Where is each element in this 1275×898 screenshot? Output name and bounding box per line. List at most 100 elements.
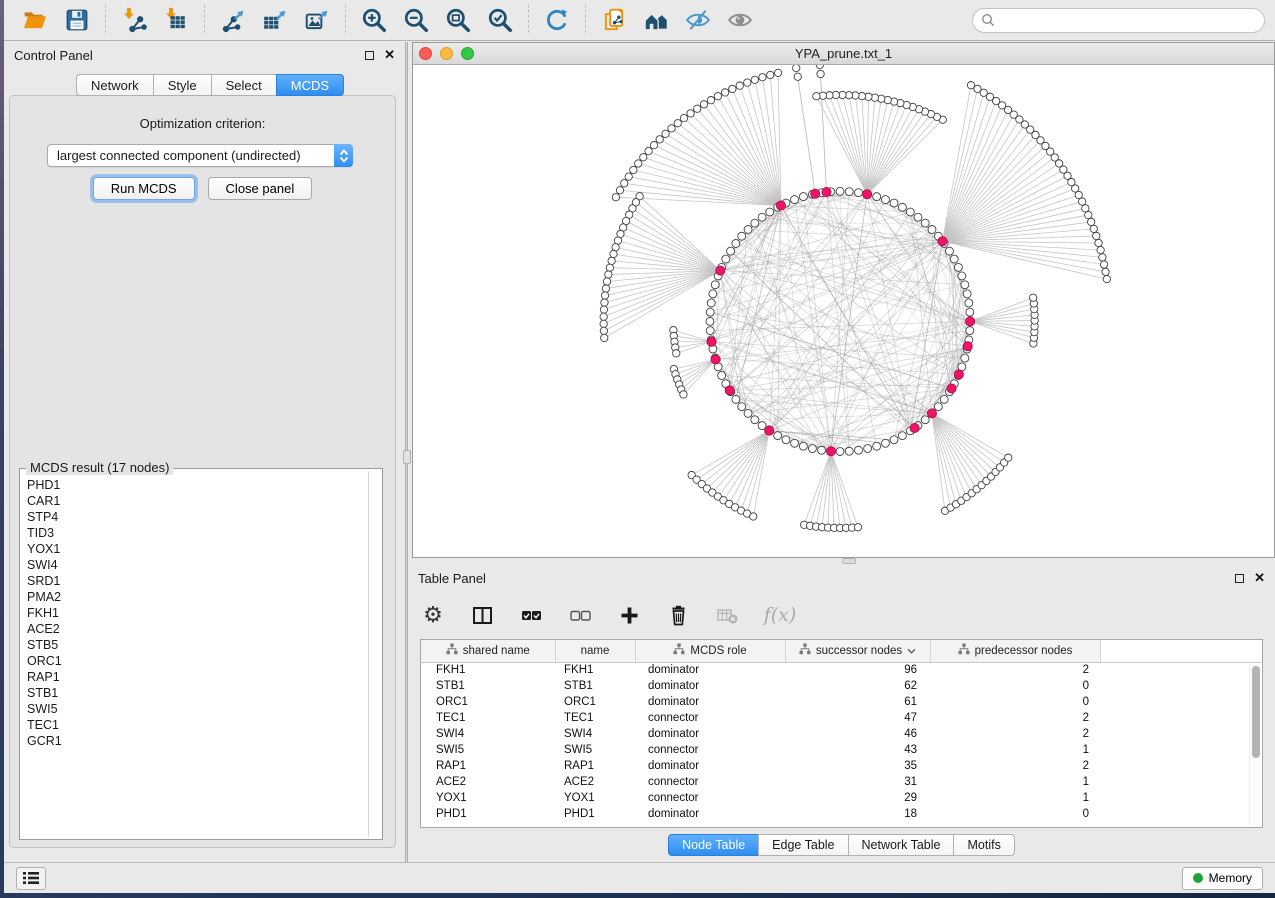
control-panel: Control Panel ✕ NetworkStyleSelectMCDS O…: [4, 42, 405, 862]
filler-header: [1100, 640, 1262, 662]
status-bar: Memory: [4, 862, 1275, 893]
hide-selected-icon[interactable]: [683, 5, 713, 35]
float-panel-icon[interactable]: [365, 51, 374, 60]
mcds-result-group: MCDS result (17 nodes) PHD1CAR1STP4TID3Y…: [19, 468, 383, 840]
list-item[interactable]: STB5: [27, 637, 366, 653]
import-network-icon[interactable]: [119, 5, 149, 35]
network-canvas[interactable]: [413, 65, 1274, 557]
float-panel-icon[interactable]: [1235, 574, 1244, 583]
search-input[interactable]: [1000, 10, 1256, 30]
zoom-out-icon[interactable]: [401, 5, 431, 35]
selected-option-text: largest connected component (undirected): [57, 148, 335, 163]
list-item[interactable]: FKH1: [27, 605, 366, 621]
column-header-shared-name[interactable]: shared name: [421, 640, 555, 662]
table-row[interactable]: ACE2ACE2connector311: [421, 774, 1262, 790]
tab-edge-table[interactable]: Edge Table: [758, 834, 847, 856]
export-table-icon[interactable]: [260, 5, 290, 35]
table-row[interactable]: SWI5SWI5connector431: [421, 742, 1262, 758]
table-row[interactable]: RAP1RAP1dominator352: [421, 758, 1262, 774]
tab-motifs[interactable]: Motifs: [953, 834, 1014, 856]
export-network-icon[interactable]: [218, 5, 248, 35]
table-row[interactable]: TEC1TEC1connector472: [421, 710, 1262, 726]
table-panel-titlebar: Table Panel ✕: [408, 565, 1275, 589]
column-settings-icon[interactable]: ⚙: [420, 602, 446, 628]
export-image-icon[interactable]: [302, 5, 332, 35]
zoom-selected-icon[interactable]: [485, 5, 515, 35]
list-item[interactable]: RAP1: [27, 669, 366, 685]
network-graph[interactable]: [413, 65, 1274, 557]
node-table: shared namenameMCDS rolesuccessor nodesp…: [421, 640, 1262, 822]
search-box[interactable]: [972, 8, 1265, 33]
tab-mcds[interactable]: MCDS: [276, 74, 344, 96]
column-header-MCDS-role[interactable]: MCDS role: [635, 640, 785, 662]
control-panel-title: Control Panel: [14, 48, 93, 63]
cytoscape-app-window: Control Panel ✕ NetworkStyleSelectMCDS O…: [4, 0, 1275, 893]
maximize-window-button[interactable]: [461, 47, 474, 60]
apply-layout-icon[interactable]: [542, 5, 572, 35]
list-item[interactable]: SRD1: [27, 573, 366, 589]
select-all-checks-icon[interactable]: [518, 602, 544, 628]
tree-icon: [958, 643, 970, 658]
optimization-criterion-select[interactable]: largest connected component (undirected): [47, 144, 353, 167]
show-all-icon[interactable]: [725, 5, 755, 35]
network-window-titlebar[interactable]: YPA_prune.txt_1: [413, 43, 1274, 65]
close-panel-icon[interactable]: ✕: [384, 50, 395, 60]
list-item[interactable]: GCR1: [27, 733, 366, 749]
list-item[interactable]: STB1: [27, 685, 366, 701]
tab-network[interactable]: Network: [76, 74, 153, 96]
tab-network-table[interactable]: Network Table: [848, 834, 954, 856]
splitter-grip[interactable]: [842, 558, 856, 564]
tree-icon: [799, 643, 811, 658]
delete-column-icon[interactable]: [665, 602, 691, 628]
panel-selector-button[interactable]: [16, 867, 46, 890]
tab-select[interactable]: Select: [211, 74, 276, 96]
list-item[interactable]: SWI4: [27, 557, 366, 573]
minimize-window-button[interactable]: [440, 47, 453, 60]
network-window-title: YPA_prune.txt_1: [413, 46, 1274, 61]
clone-network-icon[interactable]: [599, 5, 629, 35]
desktop-wallpaper: Control Panel ✕ NetworkStyleSelectMCDS O…: [0, 0, 1275, 898]
horizontal-splitter[interactable]: [408, 558, 1275, 565]
close-panel-icon[interactable]: ✕: [1254, 573, 1265, 583]
column-header-successor-nodes[interactable]: successor nodes: [785, 640, 930, 662]
list-item[interactable]: CAR1: [27, 493, 366, 509]
zoom-in-icon[interactable]: [359, 5, 389, 35]
save-icon[interactable]: [62, 5, 92, 35]
list-item[interactable]: PHD1: [27, 477, 366, 493]
list-item[interactable]: YOX1: [27, 541, 366, 557]
memory-button[interactable]: Memory: [1182, 867, 1263, 890]
mcds-result-list[interactable]: PHD1CAR1STP4TID3YOX1SWI4SRD1PMA2FKH1ACE2…: [27, 477, 366, 837]
list-item[interactable]: ACE2: [27, 621, 366, 637]
main-toolbar: [4, 0, 1275, 41]
table-scrollbar[interactable]: [1249, 664, 1260, 825]
scrollbar-thumb[interactable]: [1252, 666, 1260, 758]
column-header-name[interactable]: name: [555, 640, 635, 662]
deselect-all-checks-icon[interactable]: [567, 602, 593, 628]
list-item[interactable]: STP4: [27, 509, 366, 525]
table-row[interactable]: STB1STB1dominator620: [421, 678, 1262, 694]
first-neighbors-icon[interactable]: [641, 5, 671, 35]
list-item[interactable]: TID3: [27, 525, 366, 541]
table-header-row: shared namenameMCDS rolesuccessor nodesp…: [421, 640, 1262, 662]
list-item[interactable]: PMA2: [27, 589, 366, 605]
table-row[interactable]: PHD1PHD1dominator180: [421, 806, 1262, 822]
add-column-icon[interactable]: [616, 602, 642, 628]
tab-node-table[interactable]: Node Table: [668, 834, 758, 856]
run-mcds-button[interactable]: Run MCDS: [93, 177, 195, 200]
close-panel-button[interactable]: Close panel: [208, 177, 313, 200]
zoom-fit-icon[interactable]: [443, 5, 473, 35]
open-icon[interactable]: [20, 5, 50, 35]
list-item[interactable]: SWI5: [27, 701, 366, 717]
table-row[interactable]: YOX1YOX1connector291: [421, 790, 1262, 806]
tab-style[interactable]: Style: [153, 74, 211, 96]
list-item[interactable]: ORC1: [27, 653, 366, 669]
import-table-icon[interactable]: [161, 5, 191, 35]
table-row[interactable]: FKH1FKH1dominator962: [421, 662, 1262, 678]
table-row[interactable]: ORC1ORC1dominator610: [421, 694, 1262, 710]
table-row[interactable]: SWI4SWI4dominator462: [421, 726, 1262, 742]
column-header-predecessor-nodes[interactable]: predecessor nodes: [930, 640, 1100, 662]
split-view-icon[interactable]: [469, 602, 495, 628]
list-scrollbar[interactable]: [368, 471, 369, 837]
close-window-button[interactable]: [419, 47, 432, 60]
list-item[interactable]: TEC1: [27, 717, 366, 733]
